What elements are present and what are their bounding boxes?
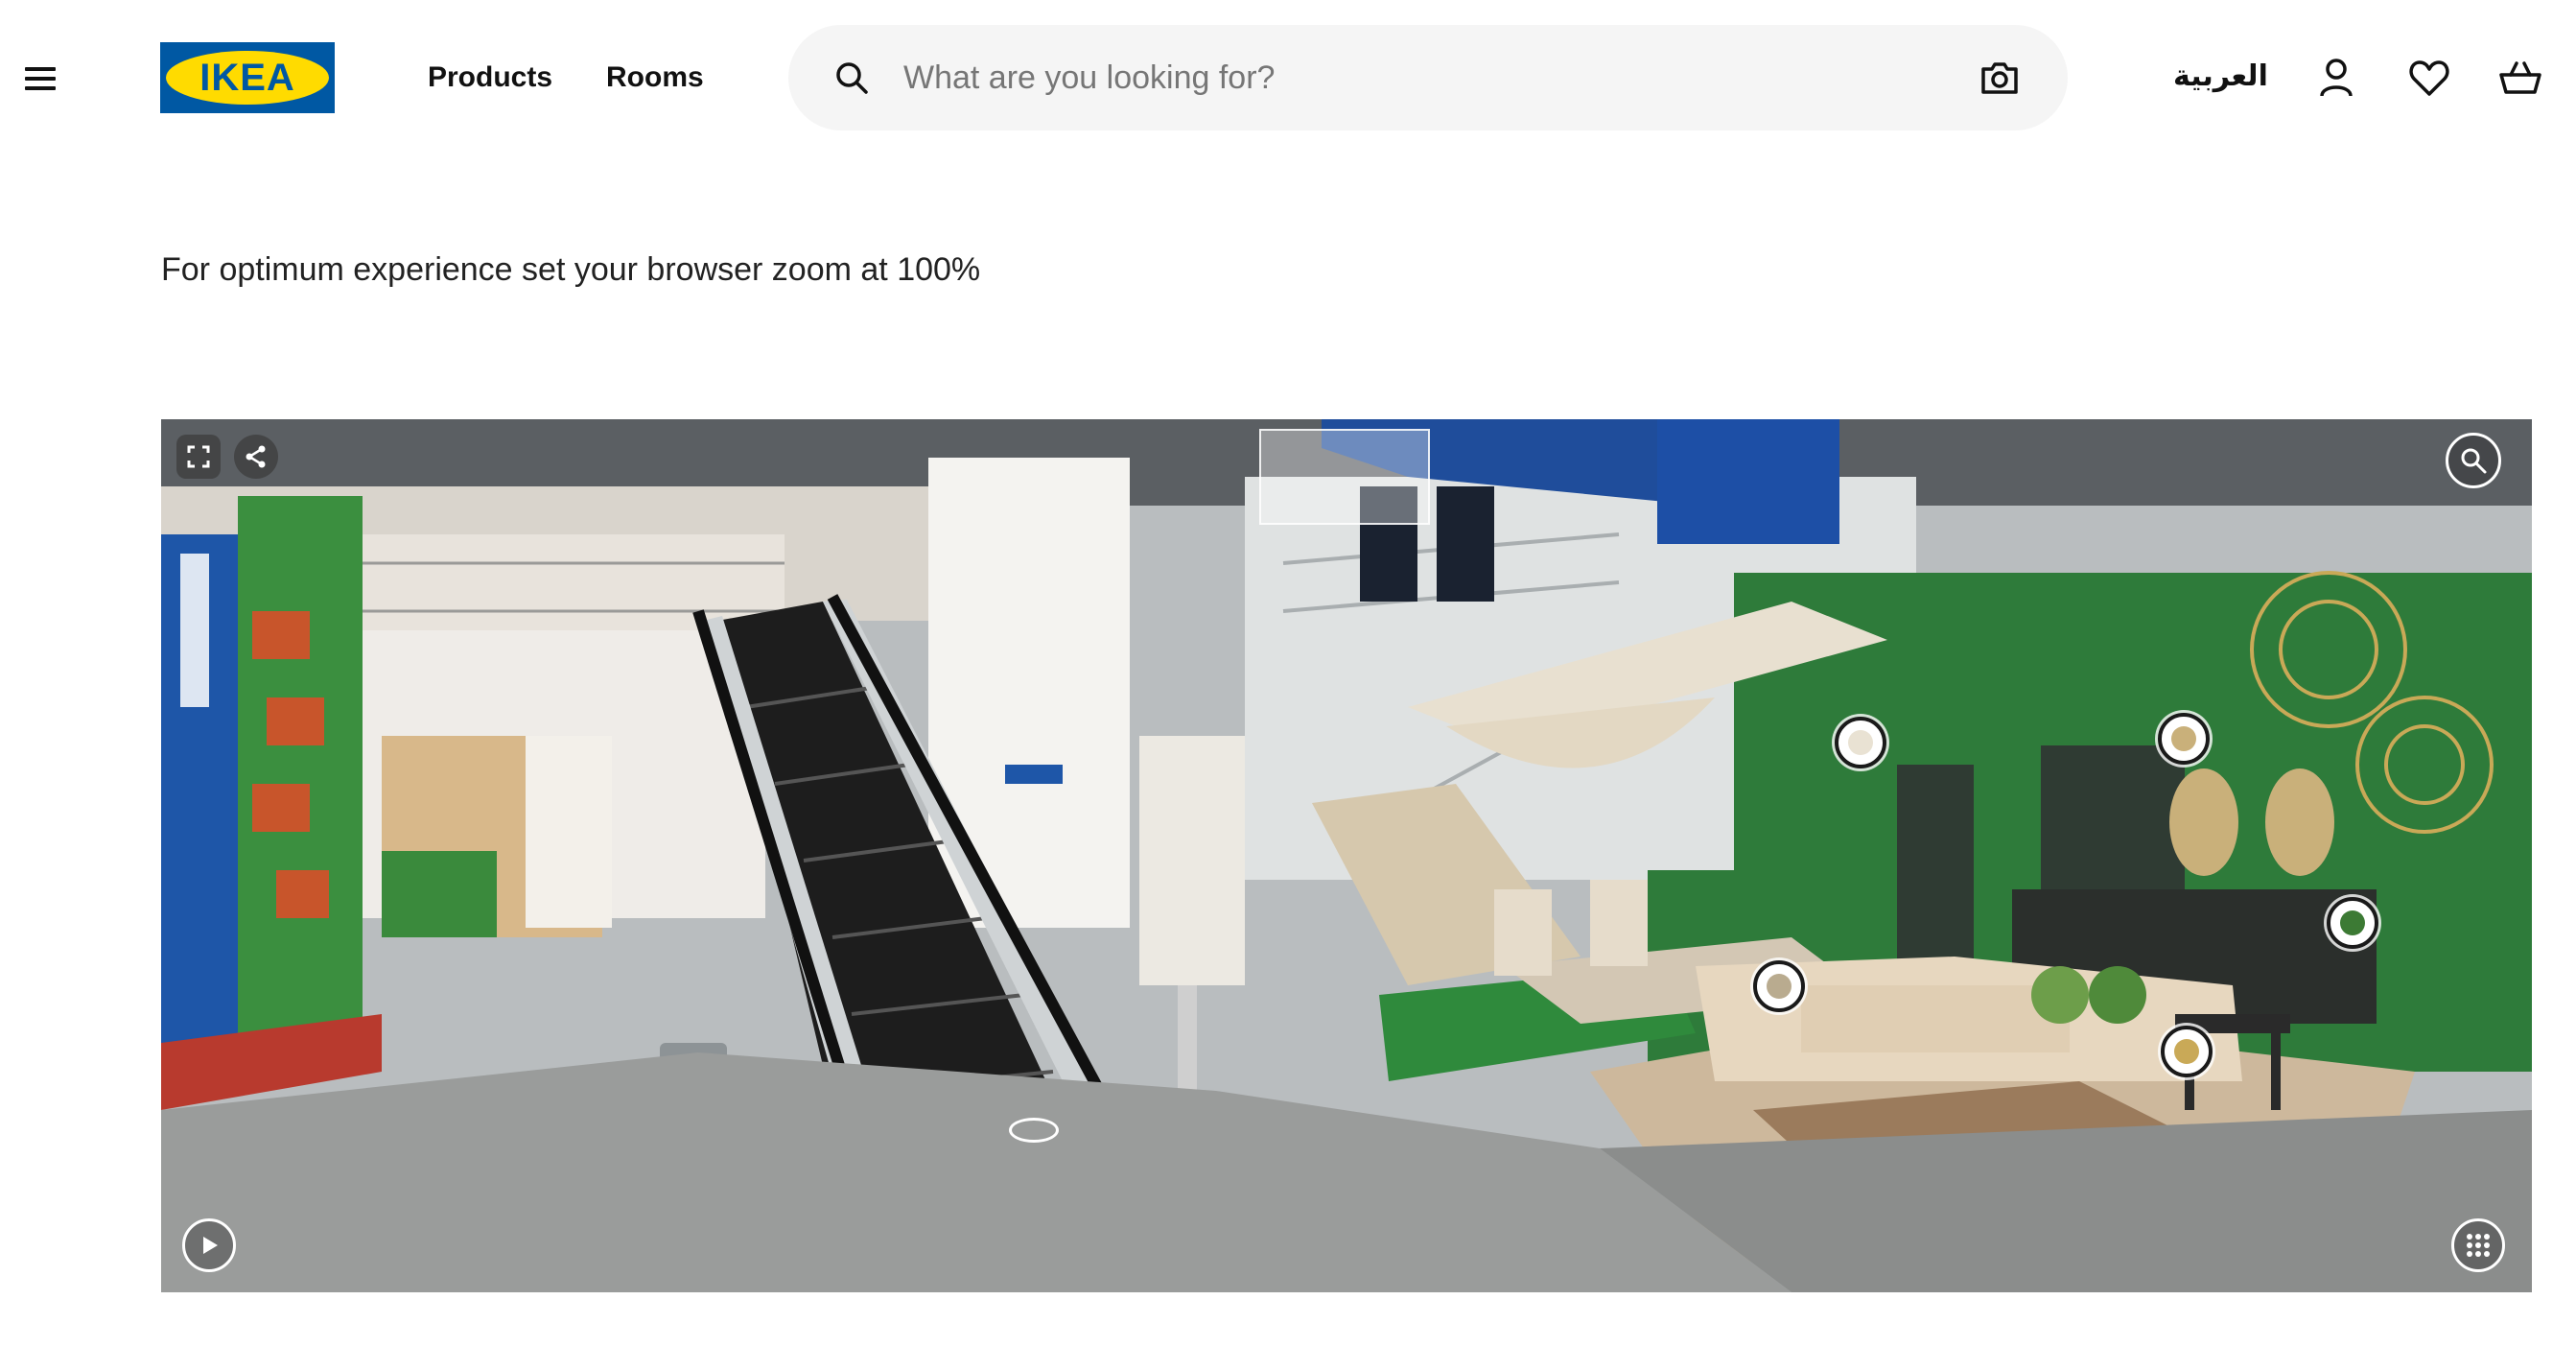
hotspot-thumbnail	[2340, 910, 2365, 935]
camera-icon[interactable]	[1979, 58, 2020, 98]
zoom-notice: For optimum experience set your browser …	[161, 251, 981, 288]
search-input[interactable]	[903, 49, 1767, 106]
site-header: IKEA Products Rooms العربية	[0, 0, 2576, 158]
nav-rooms-link[interactable]: Rooms	[606, 61, 704, 94]
hotspot-thumbnail	[1767, 974, 1791, 999]
heart-icon[interactable]	[2407, 56, 2451, 100]
virtual-tour-viewer[interactable]	[161, 419, 2532, 1292]
search-icon[interactable]	[834, 60, 869, 95]
product-hotspot[interactable]	[2158, 713, 2210, 765]
navigation-arrow-icon[interactable]	[1009, 1118, 1059, 1143]
basket-icon[interactable]	[2498, 56, 2542, 100]
nav-products-link[interactable]: Products	[428, 61, 552, 94]
hotspot-thumbnail	[1848, 730, 1873, 755]
product-hotspot[interactable]	[2161, 1026, 2213, 1077]
share-icon[interactable]	[234, 435, 278, 479]
logo-text: IKEA	[199, 56, 295, 99]
hamburger-menu-icon[interactable]	[21, 59, 59, 98]
grid-icon[interactable]	[2451, 1218, 2505, 1272]
hotspot-thumbnail	[2171, 726, 2196, 751]
fullscreen-icon[interactable]	[176, 435, 221, 479]
play-icon[interactable]	[182, 1218, 236, 1272]
user-icon[interactable]	[2314, 56, 2358, 100]
logo-ellipse: IKEA	[166, 51, 329, 105]
store-panorama[interactable]	[161, 419, 2532, 1292]
minimap-overlay[interactable]	[1259, 429, 1430, 525]
language-switch-link[interactable]: العربية	[2173, 59, 2268, 93]
ikea-logo[interactable]: IKEA	[160, 42, 335, 113]
product-hotspot[interactable]	[2327, 897, 2378, 949]
product-hotspot[interactable]	[1753, 960, 1805, 1012]
search-bar[interactable]	[788, 25, 2068, 130]
zoom-icon[interactable]	[2446, 433, 2501, 488]
hotspot-thumbnail	[2174, 1039, 2199, 1064]
product-hotspot[interactable]	[1835, 717, 1886, 768]
